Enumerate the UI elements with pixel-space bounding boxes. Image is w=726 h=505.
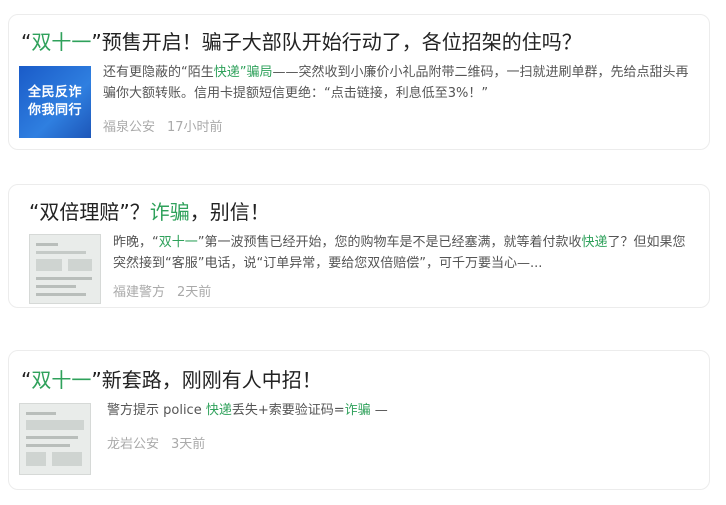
- news-summary: 还有更隐蔽的“陌生快递”骗局——突然收到小廉价小礼品附带二维码，一扫就进刷单群，…: [103, 65, 689, 101]
- title-text: “: [21, 368, 32, 392]
- title-keyword-highlight: 双十一: [31, 368, 92, 392]
- news-thumbnail[interactable]: [19, 403, 91, 475]
- news-meta: 福泉公安 17小时前: [103, 116, 223, 135]
- summary-keyword-highlight: 双十一: [158, 235, 198, 250]
- news-source[interactable]: 福建警方: [113, 285, 165, 300]
- title-text: ”预售开启！骗子大部队开始行动了，各位招架的住吗？: [91, 30, 582, 54]
- title-text: “双倍理赔”？: [29, 200, 150, 224]
- title-text: ”新套路，刚刚有人中招！: [91, 368, 322, 392]
- summary-keyword-highlight: 快递: [581, 235, 608, 250]
- news-title[interactable]: “双十一”预售开启！骗子大部队开始行动了，各位招架的住吗？: [21, 29, 582, 55]
- news-time: 17小时前: [167, 120, 223, 135]
- news-source[interactable]: 福泉公安: [103, 120, 155, 135]
- news-time: 2天前: [177, 285, 212, 300]
- thumbnail-caption: 全民反诈: [27, 85, 82, 100]
- summary-keyword-highlight: 快递: [205, 403, 232, 418]
- news-title[interactable]: “双十一”新套路，刚刚有人中招！: [21, 367, 322, 393]
- title-text: “: [21, 30, 32, 54]
- thumbnail-caption: 你我同行: [27, 103, 82, 118]
- summary-keyword-highlight: 快递: [213, 65, 240, 80]
- title-keyword-highlight: 诈骗: [149, 200, 190, 224]
- news-card[interactable]: “双十一”预售开启！骗子大部队开始行动了，各位招架的住吗？ 全民反诈 你我同行 …: [8, 14, 710, 150]
- title-keyword-highlight: 双十一: [31, 30, 92, 54]
- news-meta: 龙岩公安 3天前: [107, 433, 205, 452]
- news-card[interactable]: “双十一”新套路，刚刚有人中招！ 警方提示 police 快递丢失+索要验证码=…: [8, 350, 710, 490]
- summary-keyword-highlight: ”骗局: [239, 65, 273, 80]
- news-source[interactable]: 龙岩公安: [107, 437, 159, 452]
- news-thumbnail[interactable]: [29, 234, 101, 304]
- news-title[interactable]: “双倍理赔”？诈骗，别信！: [29, 199, 270, 225]
- news-thumbnail[interactable]: 全民反诈 你我同行: [19, 66, 91, 138]
- news-card[interactable]: “双倍理赔”？诈骗，别信！ 昨晚，“双十一”第一波预售已经开始，您的购物车是不是…: [8, 184, 710, 308]
- news-summary: 昨晚，“双十一”第一波预售已经开始，您的购物车是不是已经塞满，就等着付款收快递了…: [113, 235, 686, 271]
- news-meta: 福建警方 2天前: [113, 281, 211, 300]
- news-summary: 警方提示 police 快递丢失+索要验证码=诈骗 —: [107, 403, 388, 418]
- title-text: ，别信！: [189, 200, 270, 224]
- news-time: 3天前: [171, 437, 206, 452]
- summary-keyword-highlight: 诈骗: [344, 403, 371, 418]
